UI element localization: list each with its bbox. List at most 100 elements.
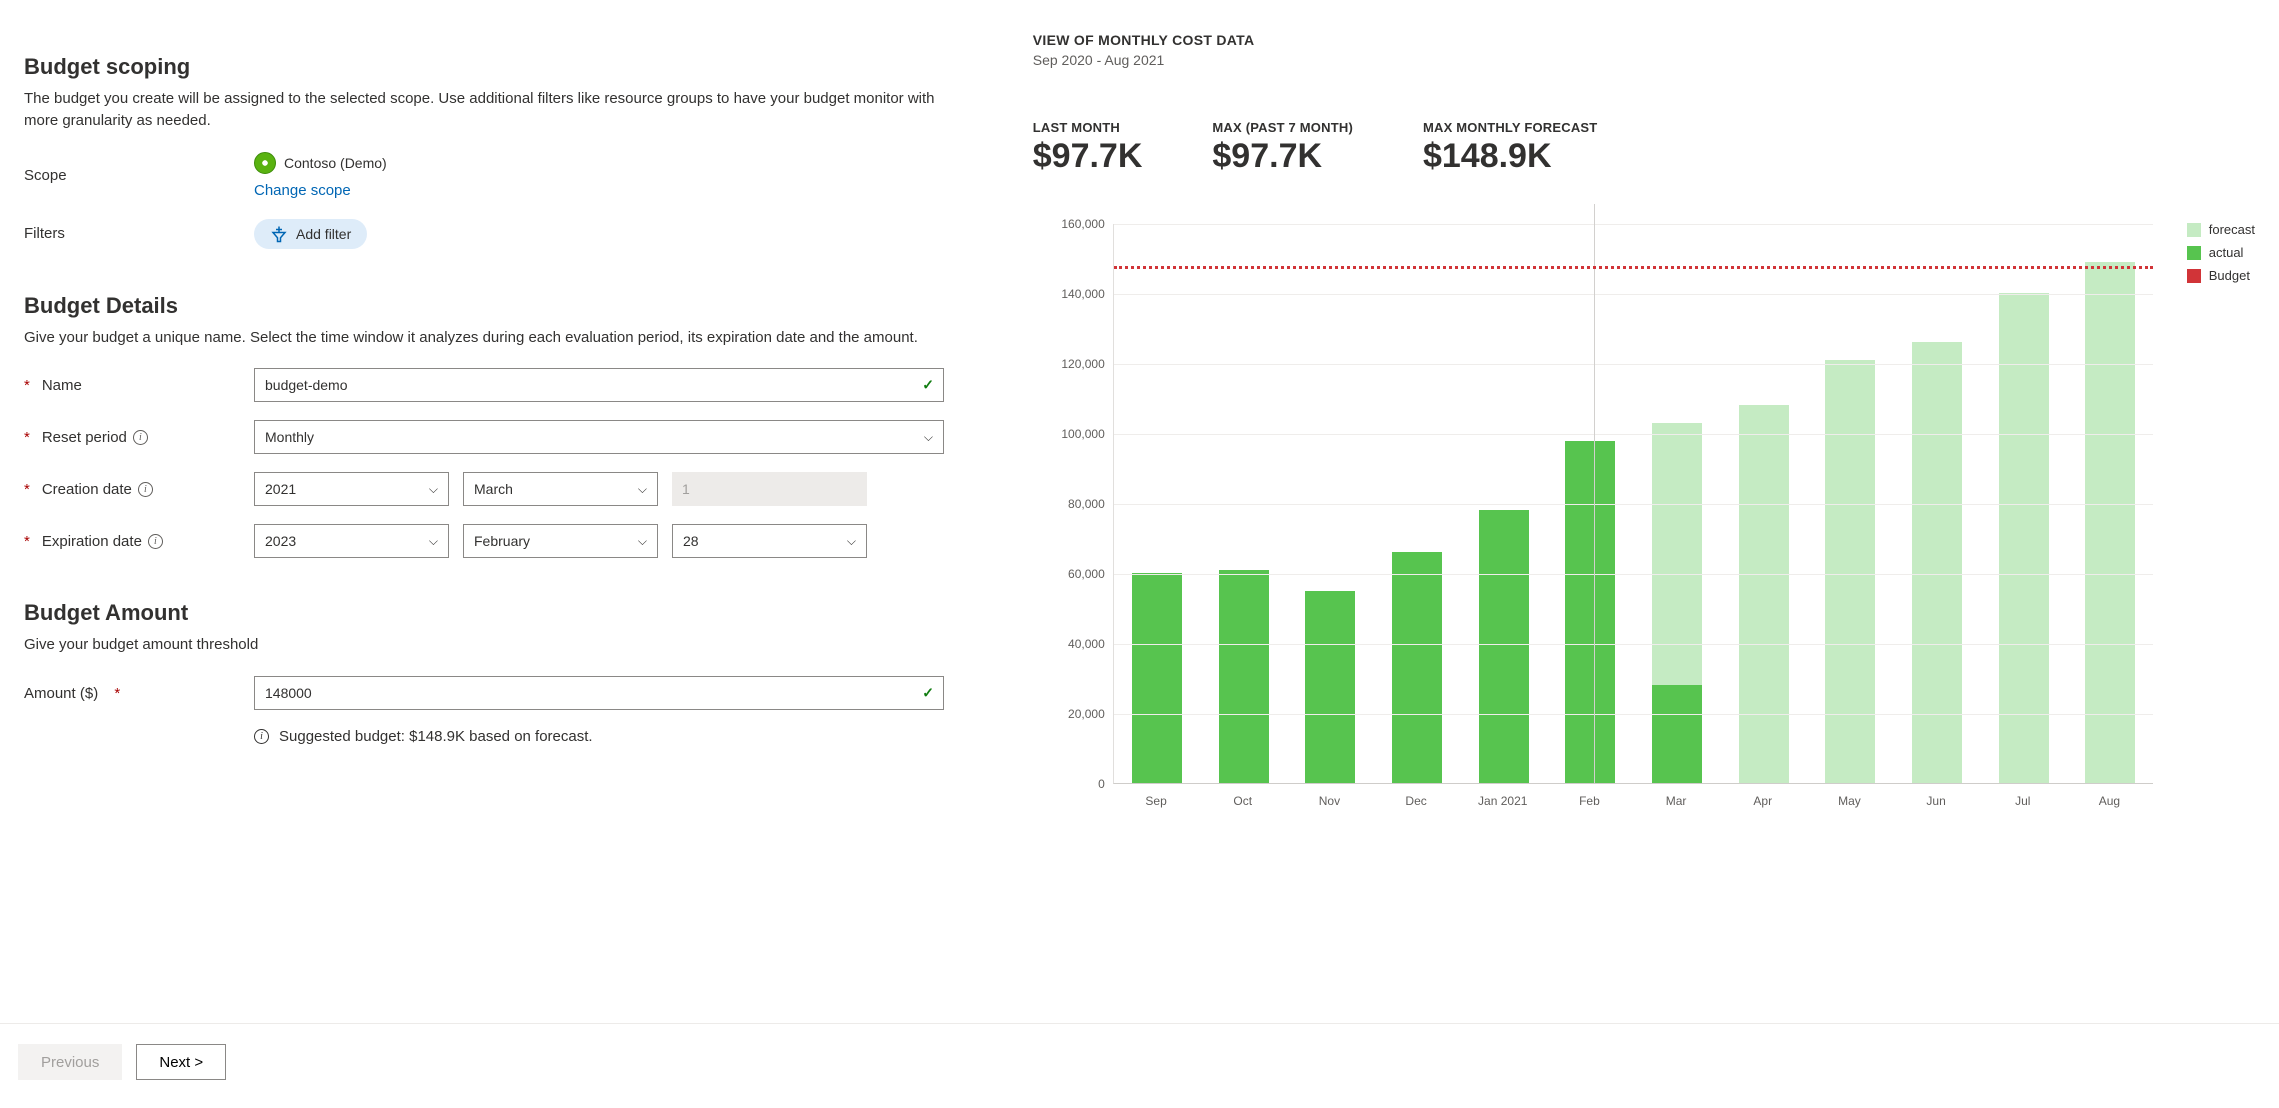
bar-group	[1912, 223, 1962, 783]
creation-month-select[interactable]: March⌵	[463, 472, 658, 506]
reset-label: Reset period	[42, 429, 127, 446]
budget-threshold-line	[1114, 266, 2153, 269]
chevron-down-icon: ⌵	[638, 482, 647, 497]
actual-bar	[1392, 552, 1442, 783]
reset-period-select[interactable]: Monthly ⌵	[254, 420, 944, 454]
scoping-desc: The budget you create will be assigned t…	[24, 88, 944, 132]
x-tick-label: Aug	[2099, 794, 2120, 808]
forecast-bar	[1739, 405, 1789, 783]
x-tick-label: May	[1838, 794, 1861, 808]
expiration-month-select[interactable]: February⌵	[463, 524, 658, 558]
scope-icon	[254, 152, 276, 174]
bar-group	[1219, 223, 1269, 783]
actual-bar	[1479, 510, 1529, 783]
stat-max-label: MAX (PAST 7 MONTH)	[1212, 120, 1353, 135]
legend-swatch-budget	[2187, 269, 2201, 283]
cost-chart: 0 20,000 40,000 60,000 80,000 100,000 120,000 1…	[1033, 224, 2163, 804]
bar-group	[1305, 223, 1355, 783]
filters-label: Filters	[24, 225, 254, 242]
amount-label: Amount ($)	[24, 685, 98, 702]
amount-input[interactable]	[254, 676, 944, 710]
actual-bar	[1219, 570, 1269, 784]
left-panel: Budget scoping The budget you create wil…	[24, 12, 993, 804]
chevron-down-icon: ⌵	[429, 482, 438, 497]
name-input[interactable]	[254, 368, 944, 402]
details-desc: Give your budget a unique name. Select t…	[24, 327, 944, 349]
actual-forecast-divider	[1594, 204, 1595, 783]
scope-label: Scope	[24, 167, 254, 184]
bar-group	[2085, 223, 2135, 783]
legend-swatch-actual	[2187, 246, 2201, 260]
info-icon[interactable]: i	[148, 534, 163, 549]
filter-icon	[270, 225, 288, 243]
x-tick-label: Nov	[1319, 794, 1340, 808]
check-icon: ✓	[922, 685, 934, 702]
right-panel: VIEW OF MONTHLY COST DATA Sep 2020 - Aug…	[993, 12, 2255, 804]
x-tick-label: Jan 2021	[1478, 794, 1527, 808]
chevron-down-icon: ⌵	[429, 534, 438, 549]
y-tick-label: 120,000	[1061, 357, 1104, 371]
suggested-budget-text: Suggested budget: $148.9K based on forec…	[279, 728, 593, 745]
amount-title: Budget Amount	[24, 600, 953, 626]
expiration-year-select[interactable]: 2023⌵	[254, 524, 449, 558]
forecast-bar	[1825, 360, 1875, 784]
y-tick-label: 60,000	[1068, 567, 1105, 581]
y-tick-label: 100,000	[1061, 427, 1104, 441]
bar-group	[1825, 223, 1875, 783]
x-tick-label: Sep	[1145, 794, 1166, 808]
x-tick-label: Jun	[1926, 794, 1945, 808]
bar-group	[1739, 223, 1789, 783]
change-scope-link[interactable]: Change scope	[254, 182, 387, 199]
stat-forecast-label: MAX MONTHLY FORECAST	[1423, 120, 1597, 135]
actual-bar	[1652, 685, 1702, 783]
creation-day-readonly: 1	[672, 472, 867, 506]
stat-forecast-value: $148.9K	[1423, 137, 1597, 176]
check-icon: ✓	[922, 377, 934, 394]
y-tick-label: 80,000	[1068, 497, 1105, 511]
y-tick-label: 40,000	[1068, 637, 1105, 651]
actual-bar	[1565, 441, 1615, 783]
creation-label: Creation date	[42, 481, 132, 498]
scope-value: Contoso (Demo)	[284, 155, 387, 171]
scoping-title: Budget scoping	[24, 54, 953, 80]
y-tick-label: 140,000	[1061, 287, 1104, 301]
bar-group	[1652, 223, 1702, 783]
y-tick-label: 0	[1098, 777, 1105, 791]
stat-last-month-label: LAST MONTH	[1033, 120, 1143, 135]
details-title: Budget Details	[24, 293, 953, 319]
x-tick-label: Dec	[1405, 794, 1426, 808]
forecast-bar	[1999, 293, 2049, 783]
info-icon[interactable]: i	[133, 430, 148, 445]
creation-year-select[interactable]: 2021⌵	[254, 472, 449, 506]
chevron-down-icon: ⌵	[847, 534, 856, 549]
expiration-day-select[interactable]: 28⌵	[672, 524, 867, 558]
chevron-down-icon: ⌵	[924, 430, 933, 445]
view-title: VIEW OF MONTHLY COST DATA	[1033, 32, 2255, 48]
actual-bar	[1132, 573, 1182, 783]
bar-group	[1392, 223, 1442, 783]
amount-desc: Give your budget amount threshold	[24, 634, 944, 656]
x-tick-label: Feb	[1579, 794, 1600, 808]
next-button[interactable]: Next >	[136, 1044, 226, 1080]
info-icon[interactable]: i	[138, 482, 153, 497]
previous-button: Previous	[18, 1044, 122, 1080]
expiration-label: Expiration date	[42, 533, 142, 550]
info-icon: i	[254, 729, 269, 744]
stat-last-month-value: $97.7K	[1033, 137, 1143, 176]
y-tick-label: 20,000	[1068, 707, 1105, 721]
legend-swatch-forecast	[2187, 223, 2201, 237]
bar-group	[1479, 223, 1529, 783]
stat-max-value: $97.7K	[1212, 137, 1353, 176]
x-tick-label: Oct	[1233, 794, 1252, 808]
add-filter-button[interactable]: Add filter	[254, 219, 367, 249]
forecast-bar	[1912, 342, 1962, 783]
bar-group	[1999, 223, 2049, 783]
stats-row: LAST MONTH $97.7K MAX (PAST 7 MONTH) $97…	[1033, 120, 2255, 176]
chart-legend: forecast actual Budget	[2187, 222, 2255, 804]
x-tick-label: Apr	[1753, 794, 1772, 808]
bar-group	[1132, 223, 1182, 783]
actual-bar	[1305, 591, 1355, 784]
bar-group	[1565, 223, 1615, 783]
forecast-bar	[2085, 262, 2135, 783]
name-label: Name	[42, 377, 82, 394]
